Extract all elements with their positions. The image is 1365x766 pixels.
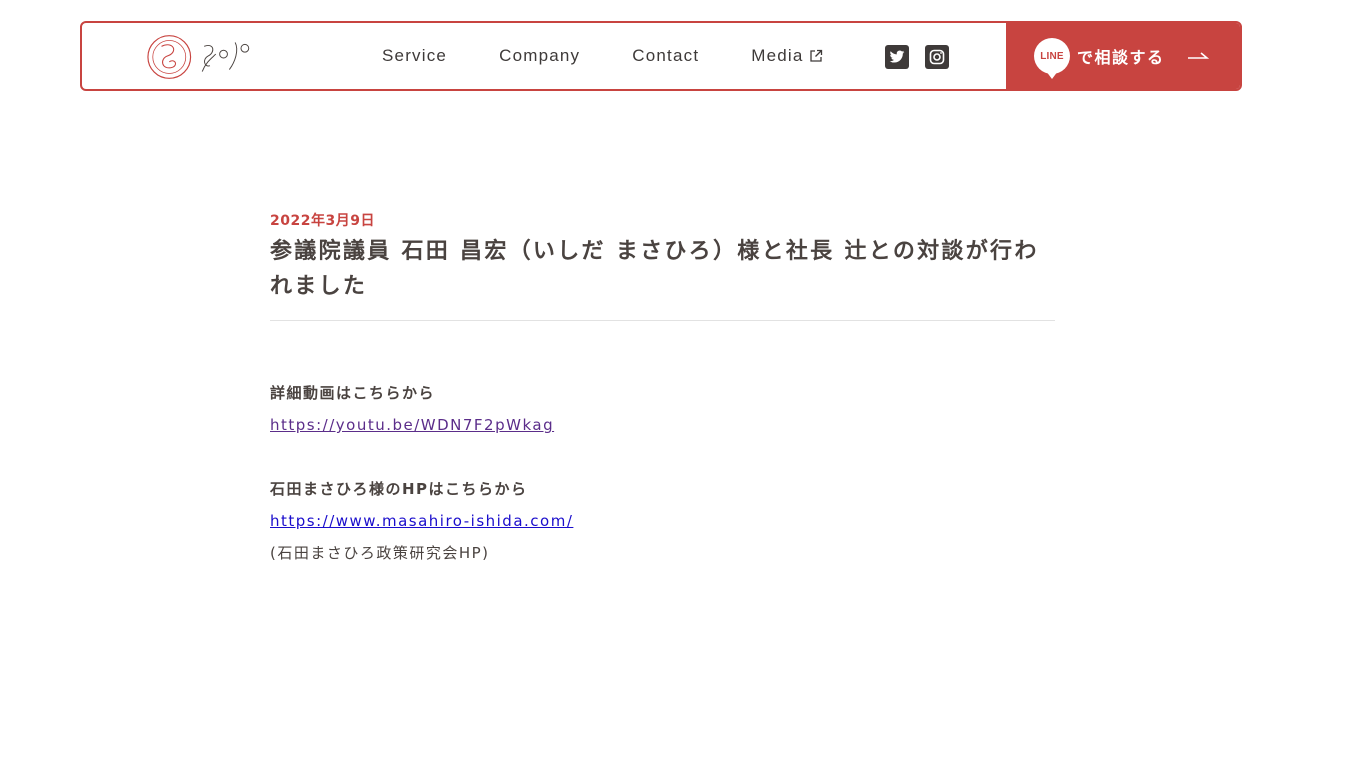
social-links [885, 45, 949, 69]
main-nav: Service Company Contact Media [382, 23, 823, 89]
yojo-logo-icon [147, 35, 250, 79]
line-icon: LINE [1034, 38, 1070, 79]
site-header: Service Company Contact Media LINE で相談する [80, 21, 1242, 91]
line-consult-button[interactable]: LINE で相談する [1006, 23, 1240, 89]
logo[interactable] [146, 32, 272, 82]
article: 2022年3月9日 参議院議員 石田 昌宏（いしだ まさひろ）様と社長 辻との対… [270, 210, 1055, 569]
arrow-right-icon [1187, 52, 1209, 59]
nav-media-label: Media [751, 46, 804, 65]
hp-note: (石田まさひろ政策研究会HP) [270, 544, 490, 562]
twitter-icon[interactable] [885, 45, 909, 69]
nav-company[interactable]: Company [499, 46, 580, 66]
hp-link[interactable]: https://www.masahiro-ishida.com/ [270, 512, 573, 530]
nav-contact[interactable]: Contact [632, 46, 699, 66]
video-heading: 詳細動画はこちらから [270, 384, 436, 402]
nav-service[interactable]: Service [382, 46, 447, 66]
external-link-icon [809, 49, 822, 62]
nav-media[interactable]: Media [751, 46, 822, 66]
instagram-icon[interactable] [925, 45, 949, 69]
article-date: 2022年3月9日 [270, 213, 375, 229]
article-body: 詳細動画はこちらから https://youtu.be/WDN7F2pWkag … [270, 377, 1055, 569]
cta-label: で相談する [1077, 48, 1165, 67]
article-title: 参議院議員 石田 昌宏（いしだ まさひろ）様と社長 辻との対談が行われました [270, 234, 1055, 321]
line-badge-text: LINE [1040, 50, 1064, 62]
hp-heading: 石田まさひろ様のHPはこちらから [270, 480, 528, 498]
youtube-link[interactable]: https://youtu.be/WDN7F2pWkag [270, 416, 554, 434]
